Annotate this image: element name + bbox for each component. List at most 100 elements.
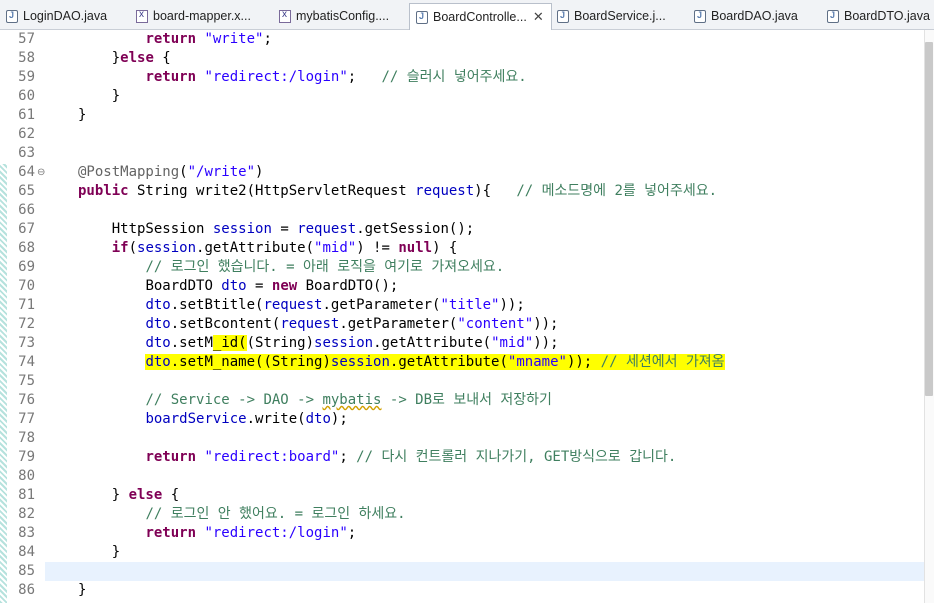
code-text: }	[78, 106, 86, 125]
code-token: // 로그인 안 했어요. = 로그인 하세요.	[145, 506, 406, 522]
editor-tab-bar: LoginDAO.java board-mapper.x... mybatisC…	[0, 0, 934, 30]
code-line: 60 }	[0, 87, 924, 106]
code-token: _id(	[212, 335, 247, 351]
code-token: null	[398, 240, 433, 256]
code-token: {	[153, 50, 171, 66]
code-token: ) {	[432, 240, 458, 256]
code-line: 67 HttpSession session = request.getSess…	[0, 220, 924, 239]
tab-board-dao[interactable]: BoardDAO.java	[688, 4, 821, 28]
code-token: return	[145, 449, 197, 465]
code-line: 64 ⊖ @PostMapping("/write")	[0, 163, 924, 182]
line-number: 66	[18, 202, 35, 218]
line-number: 72	[18, 316, 35, 332]
code-token: "mid"	[314, 240, 357, 256]
code-token: ));	[533, 316, 559, 332]
fold-collapse-icon[interactable]: ⊖	[37, 163, 45, 182]
code-token: "content"	[457, 316, 534, 332]
code-token: request	[263, 297, 323, 313]
code-token: @PostMapping	[78, 164, 180, 180]
code-token: ;	[339, 449, 357, 465]
code-text: dto.setM_name((String)session.getAttribu…	[78, 353, 725, 372]
code-line: 81 } else {	[0, 486, 924, 505]
code-text: return "write";	[78, 30, 271, 49]
code-token: (	[179, 164, 188, 180]
line-number: 59	[18, 69, 35, 85]
code-line: 80	[0, 467, 924, 486]
code-token: String write2(HttpServletRequest	[128, 183, 416, 199]
code-line: 63	[0, 144, 924, 163]
tab-board-mapper[interactable]: board-mapper.x...	[130, 4, 273, 28]
tab-label: LoginDAO.java	[23, 9, 108, 23]
code-token: ;	[347, 69, 382, 85]
java-file-icon	[827, 9, 839, 23]
code-text: dto.setBcontent(request.getParameter("co…	[78, 315, 559, 334]
code-token: dto	[145, 335, 171, 351]
code-editor[interactable]: 57 return "write"; 58 }else {59 return "r…	[0, 30, 934, 603]
line-number: 64	[18, 164, 35, 180]
code-line: 82 // 로그인 안 했어요. = 로그인 하세요.	[0, 505, 924, 524]
code-token: "redirect:/login"	[204, 525, 348, 541]
code-token: .getAttribute(	[389, 354, 508, 370]
tab-board-dto[interactable]: BoardDTO.java	[821, 4, 934, 28]
code-line: 83 return "redirect:/login";	[0, 524, 924, 543]
tab-mybatis-config[interactable]: mybatisConfig....	[273, 4, 409, 28]
code-line: 72 dto.setBcontent(request.getParameter(…	[0, 315, 924, 334]
tab-label: BoardControlle...	[433, 10, 527, 24]
close-tab-icon[interactable]: ✕	[533, 10, 544, 25]
code-token: ));	[499, 297, 525, 313]
code-token: }	[78, 582, 87, 598]
code-text: return "redirect:board"; // 다시 컨트롤러 지나가기…	[78, 448, 676, 467]
code-token: dto	[305, 411, 331, 427]
code-token: .write(	[246, 411, 306, 427]
code-token: "/write"	[187, 164, 256, 180]
code-text: dto.setBtitle(request.getParameter("titl…	[78, 296, 525, 315]
line-number: 74	[18, 354, 35, 370]
code-line: 79 return "redirect:board"; // 다시 컨트롤러 지…	[0, 448, 924, 467]
code-line: 84 }	[0, 543, 924, 562]
code-text: @PostMapping("/write")	[78, 163, 263, 182]
code-token: (String)	[246, 335, 315, 351]
code-token: dto	[145, 297, 171, 313]
code-line: 65 public String write2(HttpServletReques…	[0, 182, 924, 201]
line-number: 61	[18, 107, 35, 123]
line-number: 58	[18, 50, 35, 66]
code-token: }	[111, 88, 121, 104]
code-text: }	[78, 87, 120, 106]
code-token: session	[330, 354, 390, 370]
code-text: }else {	[78, 49, 171, 68]
code-token: // 메소드명에 2를 넣어주세요.	[516, 183, 718, 199]
code-token: .setBcontent(	[170, 316, 281, 332]
tab-label: board-mapper.x...	[153, 9, 251, 23]
tab-logindao[interactable]: LoginDAO.java	[0, 4, 130, 28]
tab-board-service[interactable]: BoardService.j...	[551, 4, 687, 28]
code-token: (	[128, 240, 138, 256]
code-text: HttpSession session = request.getSession…	[78, 220, 475, 239]
java-file-icon	[416, 10, 428, 24]
code-token: =	[271, 221, 298, 237]
code-text: return "redirect:/login";	[78, 524, 356, 543]
code-token: .getAttribute(	[196, 240, 315, 256]
line-number: 71	[18, 297, 35, 313]
code-token: ));	[566, 354, 601, 370]
tab-board-controller[interactable]: BoardControlle... ✕	[409, 3, 552, 30]
code-token: .setM_name((String)	[170, 354, 331, 370]
code-text: // 로그인 안 했어요. = 로그인 하세요.	[78, 505, 406, 524]
code-token: "write"	[204, 31, 264, 47]
code-line: 70 BoardDTO dto = new BoardDTO();	[0, 277, 924, 296]
code-text: }	[78, 581, 86, 600]
code-line: 71 dto.setBtitle(request.getParameter("t…	[0, 296, 924, 315]
code-token: .getSession();	[356, 221, 475, 237]
code-text: public String write2(HttpServletRequest …	[78, 182, 717, 201]
xml-file-icon	[279, 9, 291, 23]
code-token: // 로그인 했습니다. = 아래 로직을 여기로 가져오세요.	[145, 259, 505, 275]
scrollbar-thumb[interactable]	[925, 42, 933, 396]
line-number: 62	[18, 126, 35, 142]
